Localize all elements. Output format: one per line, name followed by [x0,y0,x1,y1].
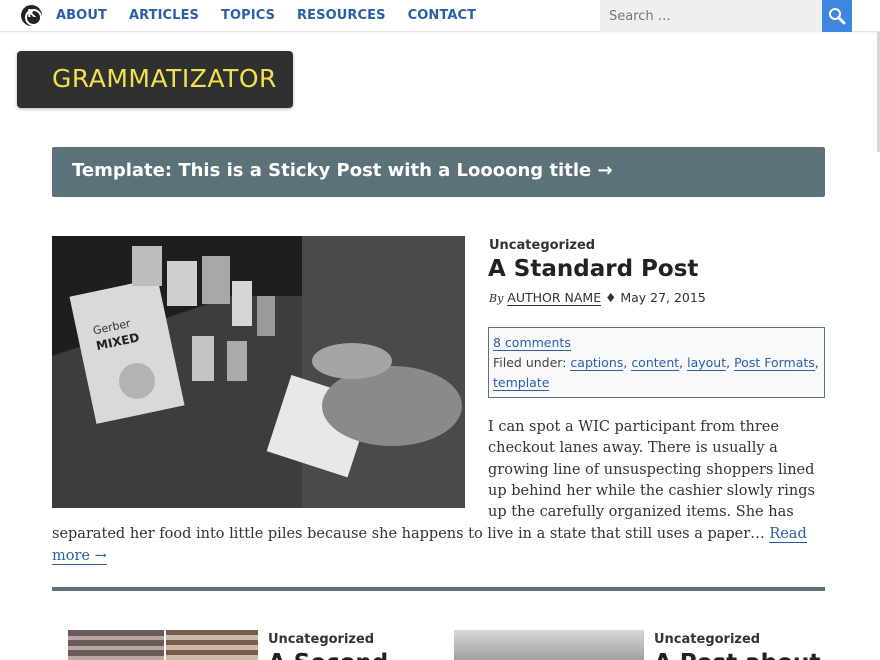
post-thumbnail[interactable] [454,630,644,660]
byline: By AUTHOR NAME ♦ May 27, 2015 [489,290,706,306]
site-title: GRAMMATIZATOR [52,64,277,93]
nav-resources[interactable]: RESOURCES [297,8,386,23]
post-title[interactable]: A Second [268,650,388,660]
author-link[interactable]: AUTHOR NAME [507,290,602,306]
nav-about[interactable]: ABOUT [56,8,107,23]
nav-topics[interactable]: TOPICS [221,8,275,23]
excerpt-continued-text: separated her food into little piles bec… [52,526,765,542]
search-icon [829,8,846,25]
post-meta-box: 8 comments Filed under: captions, conten… [488,327,825,398]
main-menu: ABOUT ARTICLES TOPICS RESOURCES CONTACT [56,8,498,23]
top-nav: K ABOUT ARTICLES TOPICS RESOURCES CONTAC… [0,0,880,32]
filed-under-label: Filed under: [493,355,567,370]
featured-image[interactable]: Gerber MIXED [52,236,465,508]
post-category[interactable]: Uncategorized [654,632,760,647]
tag-link[interactable]: Post Formats [734,355,815,371]
byline-separator: ♦ [605,290,617,305]
search-button[interactable] [822,0,852,32]
section-divider [52,587,825,591]
tag-link[interactable]: template [493,375,550,391]
comments-link[interactable]: 8 comments [493,335,571,351]
post-excerpt: I can spot a WIC participant from three … [488,419,815,521]
site-logo-icon[interactable]: K [21,5,42,26]
post-thumbnail[interactable] [68,630,258,660]
by-label: By [489,292,504,305]
nav-contact[interactable]: CONTACT [408,8,477,23]
post-excerpt-continued: separated her food into little piles bec… [52,523,832,567]
featured-photo: Gerber MIXED [52,236,465,508]
sticky-post-title[interactable]: Template: This is a Sticky Post with a L… [72,160,613,181]
post-category[interactable]: Uncategorized [268,632,374,647]
tag-link[interactable]: layout [687,355,727,371]
post-title[interactable]: A Standard Post [488,256,698,282]
tag-link[interactable]: captions [570,355,624,371]
nav-articles[interactable]: ARTICLES [129,8,199,23]
site-title-badge[interactable]: GRAMMATIZATOR [17,51,293,108]
post-title[interactable]: A Post about [654,650,820,660]
search-input[interactable] [600,0,822,32]
tag-link[interactable]: content [631,355,680,371]
post-category[interactable]: Uncategorized [489,238,595,253]
post-date: May 27, 2015 [620,290,706,305]
sticky-post-banner[interactable]: Template: This is a Sticky Post with a L… [52,147,825,197]
